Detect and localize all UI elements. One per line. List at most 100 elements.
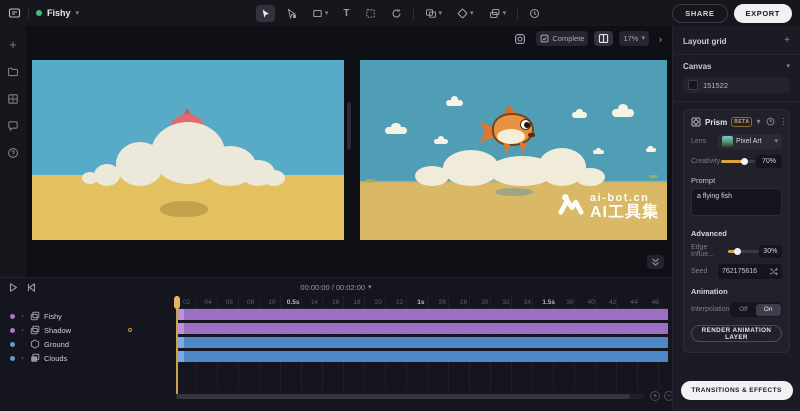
ruler-tick: 34 <box>517 296 538 308</box>
ruler-tick: 42 <box>602 296 623 308</box>
edge-influence-slider[interactable] <box>728 250 759 253</box>
ruler-tick: 06 <box>219 296 240 308</box>
divider <box>413 7 414 20</box>
time-display[interactable]: 00:00:00 / 00:02:00 ▾ <box>300 283 371 292</box>
transitions-effects-button[interactable]: TRANSITIONS & EFFECTS <box>681 381 793 400</box>
layer-list: › Fishy › Shadow Ground›Clouds <box>0 309 170 365</box>
seed-field[interactable] <box>718 264 782 279</box>
chevron-right-icon[interactable]: › <box>19 313 26 320</box>
next-frame-button[interactable]: › <box>655 31 666 46</box>
interpolation-off-option[interactable]: Off <box>731 304 756 316</box>
render-animation-layer-button[interactable]: RENDER ANIMATION LAYER <box>691 325 782 342</box>
layer-color-dot <box>10 328 15 333</box>
components-tool[interactable]: ▾ <box>485 5 511 22</box>
share-button[interactable]: SHARE <box>672 4 727 23</box>
add-layout-grid-button[interactable]: + <box>784 36 790 46</box>
layer-row[interactable]: ›Clouds <box>0 351 170 365</box>
play-button[interactable] <box>8 281 18 293</box>
layer-color-dot <box>10 314 15 319</box>
shuffle-seed-icon[interactable] <box>769 267 778 276</box>
collapse-panel-button[interactable] <box>647 255 664 269</box>
timeline-zoom-in-button[interactable]: + <box>650 391 660 401</box>
layer-name: Fishy <box>44 312 62 321</box>
prompt-label: Prompt <box>691 176 782 185</box>
ruler-tick: 26 <box>432 296 453 308</box>
timeline-track-bar[interactable] <box>176 351 668 362</box>
diamond-tool[interactable]: ▾ <box>453 5 478 22</box>
timeline-track-bar[interactable] <box>176 309 668 320</box>
app-logo-icon[interactable] <box>8 7 21 20</box>
chevron-down-icon[interactable]: ▾ <box>786 63 790 70</box>
complete-button[interactable]: Complete <box>536 31 588 46</box>
timeline-ruler[interactable]: 02040608100.5s14161820221s26283032341.5s… <box>176 296 668 309</box>
help-icon[interactable] <box>766 117 775 128</box>
creativity-value[interactable]: 70% <box>756 155 782 168</box>
chevron-down-icon: ▾ <box>470 10 474 17</box>
add-icon[interactable]: + <box>9 38 17 51</box>
chevron-right-icon[interactable]: › <box>19 355 26 362</box>
skip-to-start-button[interactable] <box>26 281 36 293</box>
chevron-down-icon[interactable]: ▾ <box>756 118 760 126</box>
color-swatch[interactable] <box>688 80 698 90</box>
ruler-tick: 22 <box>389 296 410 308</box>
assets-icon[interactable] <box>7 92 19 105</box>
canvas-color-value: 151522 <box>703 81 728 90</box>
layer-name: Shadow <box>44 326 71 335</box>
zoom-level-dropdown[interactable]: 17% ▾ <box>619 31 649 46</box>
playhead[interactable] <box>175 296 178 394</box>
advanced-label: Advanced <box>691 229 782 238</box>
boolean-union-tool[interactable]: ▾ <box>421 5 447 22</box>
hexagon-icon <box>30 339 40 349</box>
canvas-area: Complete 17% ▾ › <box>26 26 672 277</box>
project-menu[interactable]: Fishy ▾ <box>36 8 79 18</box>
layer-color-dot <box>10 342 15 347</box>
layer-row[interactable]: › Fishy <box>0 309 170 323</box>
history-tool[interactable] <box>525 5 544 22</box>
rotate-tool[interactable] <box>387 5 406 22</box>
fish-shadow <box>495 188 533 196</box>
source-frame-artwork[interactable] <box>32 60 344 240</box>
beta-badge: BETA <box>731 117 752 127</box>
rendered-frame-artwork[interactable]: ai-bot.cn AI工具集 <box>360 60 667 240</box>
timeline-track-bar[interactable] <box>176 323 668 334</box>
top-bar: Fishy ▾ ▾ T ▾ <box>0 0 800 26</box>
edge-influence-value[interactable]: 30% <box>759 245 782 258</box>
timeline-track-bar[interactable] <box>176 337 668 348</box>
prompt-input[interactable]: a flying fish <box>691 188 782 216</box>
chevron-right-icon[interactable]: › <box>19 327 26 334</box>
stack-icon <box>30 353 40 363</box>
chevron-down-icon: ▾ <box>325 10 329 17</box>
divider <box>673 101 800 102</box>
track-bars <box>176 309 668 365</box>
layer-row[interactable]: › Shadow <box>0 323 170 337</box>
direct-select-tool[interactable] <box>282 5 301 22</box>
frame-tool[interactable] <box>361 5 380 22</box>
more-options-icon[interactable]: ⋮ <box>780 118 788 126</box>
lens-thumbnail <box>722 136 733 147</box>
help-icon[interactable] <box>7 146 19 159</box>
ruler-tick: 04 <box>197 296 218 308</box>
timeline-scrollbar[interactable] <box>176 394 644 399</box>
keyframe-indicator[interactable] <box>128 328 132 332</box>
lens-dropdown[interactable]: Pixel Art ▾ <box>718 134 782 149</box>
select-tool[interactable] <box>256 5 275 22</box>
creativity-slider[interactable] <box>721 160 755 163</box>
playhead-handle[interactable] <box>174 296 180 309</box>
split-view-button[interactable] <box>594 31 613 46</box>
folder-icon[interactable] <box>7 65 19 78</box>
layer-row[interactable]: Ground <box>0 337 170 351</box>
ruler-tick: 08 <box>240 296 261 308</box>
canvas-scrollbar[interactable] <box>347 102 351 150</box>
ruler-tick: 16 <box>325 296 346 308</box>
seed-input[interactable] <box>722 268 767 275</box>
text-tool[interactable]: T <box>339 5 353 22</box>
capture-icon[interactable] <box>510 31 530 46</box>
ruler-tick: 1.5s <box>538 296 559 308</box>
interpolation-on-option[interactable]: On <box>756 304 781 316</box>
prism-title: Prism <box>705 118 727 127</box>
rectangle-tool[interactable]: ▾ <box>308 5 333 22</box>
watermark-logo-icon <box>558 191 584 222</box>
export-button[interactable]: EXPORT <box>734 4 792 23</box>
canvas-color-input[interactable]: 151522 <box>683 77 790 93</box>
comments-icon[interactable] <box>7 119 19 132</box>
